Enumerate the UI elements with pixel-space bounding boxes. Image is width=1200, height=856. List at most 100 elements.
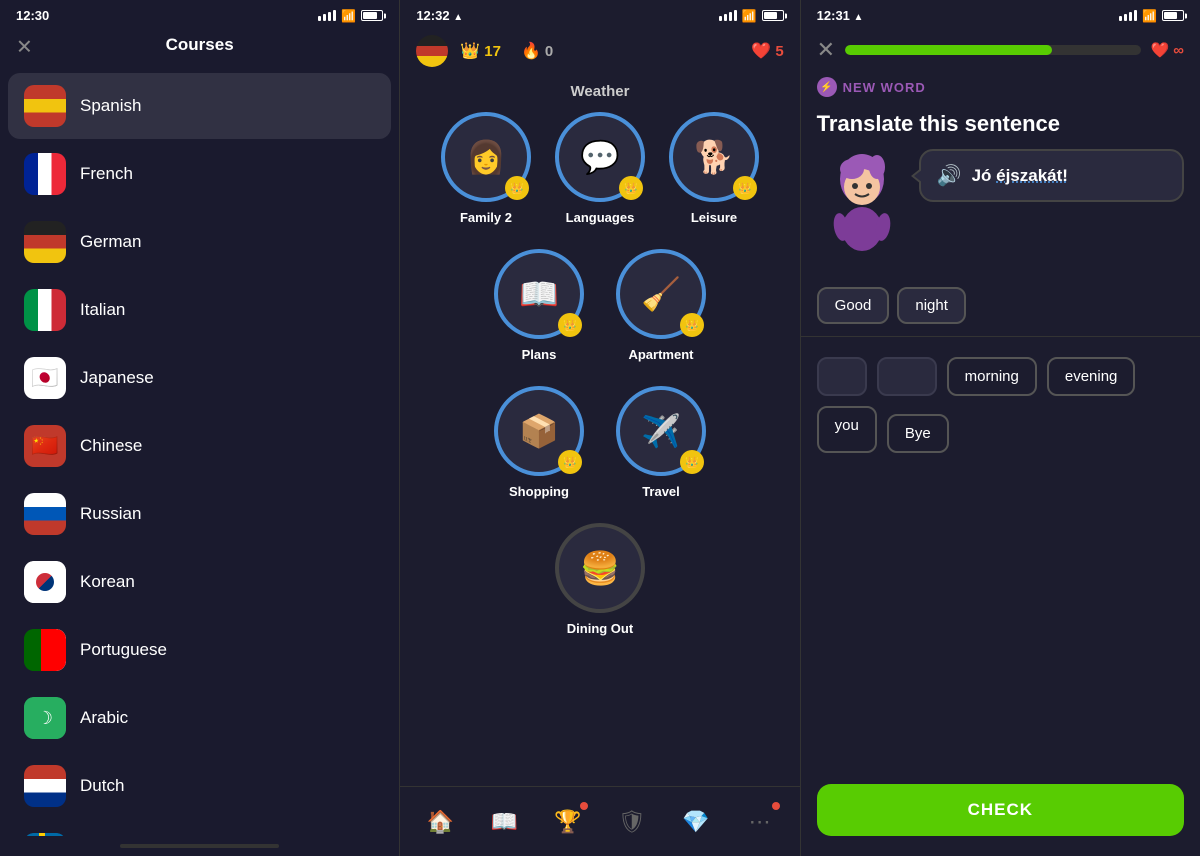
streak-badge: 🔥 0 [521, 41, 553, 61]
exercise-close-button[interactable]: ✕ [817, 37, 835, 63]
skill-item-family-2[interactable]: 👩👑Family 2 [441, 112, 531, 225]
skill-name: Dining Out [567, 621, 633, 636]
wifi-icon-3: 📶 [1142, 9, 1157, 23]
progress-fill [845, 45, 1052, 55]
hearts-value: ∞ [1173, 42, 1184, 59]
skill-item-travel[interactable]: ✈️👑Travel [616, 386, 706, 499]
flag-de [24, 221, 66, 263]
course-item-nl[interactable]: Dutch [8, 753, 391, 819]
skill-badge: 👑 [505, 176, 529, 200]
battery-icon-2 [762, 10, 784, 21]
skill-item-languages[interactable]: 💬👑Languages [555, 112, 645, 225]
character-avatar [817, 149, 907, 259]
nav-item-4[interactable]: 💎 [674, 800, 718, 844]
battery-icon [361, 10, 383, 21]
skill-name: Shopping [509, 484, 569, 499]
german-flag[interactable] [416, 35, 448, 67]
hungarian-text: Jó éjszakát! [972, 166, 1068, 186]
skill-badge: 👑 [619, 176, 643, 200]
blank-chip-2 [877, 357, 937, 396]
answer-chip-good[interactable]: Good [817, 287, 890, 324]
signal-icon [318, 10, 336, 21]
signal-icon-3 [1119, 10, 1137, 21]
status-icons-3: 📶 [1119, 9, 1184, 23]
courses-header: ✕ Courses [0, 27, 399, 67]
word-chip-bye[interactable]: Bye [887, 414, 949, 453]
close-button[interactable]: ✕ [16, 35, 33, 60]
word-chip-evening[interactable]: evening [1047, 357, 1136, 396]
course-item-de[interactable]: German [8, 209, 391, 275]
course-name-pt: Portuguese [80, 640, 167, 660]
wifi-icon-2: 📶 [742, 9, 757, 23]
course-item-ja[interactable]: 🇯🇵 Japanese [8, 345, 391, 411]
flag-fr [24, 153, 66, 195]
nav-item-5[interactable]: ⋯ [738, 800, 782, 844]
skill-row-3: 📦👑Shopping✈️👑Travel [416, 386, 783, 499]
course-item-pt[interactable]: Portuguese [8, 617, 391, 683]
course-item-ru[interactable]: Russian [8, 481, 391, 547]
time-1: 12:30 [16, 8, 49, 23]
skill-item-apartment[interactable]: 🧹👑Apartment [616, 249, 706, 362]
courses-list: Spanish FrenchGermanItalian 🇯🇵 Japanese 🇨🇳Ch… [0, 67, 399, 836]
exercise-hearts: ❤️ ∞ [1151, 41, 1184, 59]
word-chip-morning[interactable]: morning [947, 357, 1037, 396]
skill-name: Languages [566, 210, 635, 225]
skill-item-shopping[interactable]: 📦👑Shopping [494, 386, 584, 499]
skill-item-leisure[interactable]: 🐕👑Leisure [669, 112, 759, 225]
nav-item-2[interactable]: 🏆 [546, 800, 590, 844]
nav-item-1[interactable]: 📖 [482, 800, 526, 844]
crown-icon: 👑 [460, 41, 480, 61]
bottom-nav: 🏠 📖 🏆 🛡 💎 ⋯ [400, 786, 799, 856]
signal-icon-2 [719, 10, 737, 21]
skill-row-1: 👩👑Family 2💬👑Languages🐕👑Leisure [416, 112, 783, 225]
course-item-sv[interactable]: Swedish [8, 821, 391, 836]
flag-ru [24, 493, 66, 535]
skill-badge: 👑 [558, 450, 582, 474]
heart-icon: ❤️ [751, 41, 771, 61]
skill-badge: 👑 [733, 176, 757, 200]
xp-count: 17 [484, 43, 501, 60]
course-item-fr[interactable]: French [8, 141, 391, 207]
new-word-label: NEW WORD [843, 80, 926, 95]
course-item-ar[interactable]: ☽Arabic [8, 685, 391, 751]
translate-heading: Translate this sentence [801, 107, 1200, 149]
sound-icon[interactable]: 🔊 [937, 163, 962, 188]
skills-grid: 👩👑Family 2💬👑Languages🐕👑Leisure📖👑Plans🧹👑A… [400, 112, 799, 856]
course-item-es[interactable]: Spanish [8, 73, 391, 139]
course-item-it[interactable]: Italian [8, 277, 391, 343]
course-item-ko[interactable]: Korean [8, 549, 391, 615]
skills-panel: 12:32 ▲ 📶 👑 17 🔥 0 [400, 0, 800, 856]
answer-area: Good night [801, 275, 1200, 337]
course-name-ru: Russian [80, 504, 141, 524]
status-bar-2: 12:32 ▲ 📶 [400, 0, 799, 27]
course-name-ja: Japanese [80, 368, 154, 388]
check-button[interactable]: CHECK [817, 784, 1184, 836]
skill-badge: 👑 [680, 450, 704, 474]
skills-top-bar: 👑 17 🔥 0 ❤️ 5 [400, 27, 799, 79]
skill-item-plans[interactable]: 📖👑Plans [494, 249, 584, 362]
speech-bubble: 🔊 Jó éjszakát! [919, 149, 1184, 202]
skill-badge: 👑 [680, 313, 704, 337]
exercise-panel: 12:31 ▲ 📶 ✕ ❤️ ∞ ⚡ NEW WORD Tr [801, 0, 1200, 856]
skill-name: Travel [642, 484, 680, 499]
wifi-icon: 📶 [341, 9, 356, 23]
status-icons-2: 📶 [719, 9, 784, 23]
flag-ja: 🇯🇵 [24, 357, 66, 399]
course-name-es: Spanish [80, 96, 141, 116]
exercise-top-bar: ✕ ❤️ ∞ [801, 27, 1200, 71]
heart-icon-ex: ❤️ [1151, 41, 1170, 59]
time-2: 12:32 ▲ [416, 8, 463, 23]
skill-row-2: 📖👑Plans 🧹👑Apartment [416, 249, 783, 362]
character-area: 🔊 Jó éjszakát! [801, 149, 1200, 275]
hearts-count: 5 [775, 43, 783, 60]
course-item-zh[interactable]: 🇨🇳Chinese [8, 413, 391, 479]
answer-chip-night[interactable]: night [897, 287, 966, 324]
word-chip-you[interactable]: you [817, 406, 877, 453]
course-name-nl: Dutch [80, 776, 124, 796]
skill-name: Leisure [691, 210, 737, 225]
flag-zh: 🇨🇳 [24, 425, 66, 467]
skill-item-dining-out[interactable]: 🍔Dining Out [555, 523, 645, 636]
status-bar-1: 12:30 📶 [0, 0, 399, 27]
nav-item-0[interactable]: 🏠 [418, 800, 462, 844]
nav-item-3[interactable]: 🛡 [610, 800, 654, 844]
